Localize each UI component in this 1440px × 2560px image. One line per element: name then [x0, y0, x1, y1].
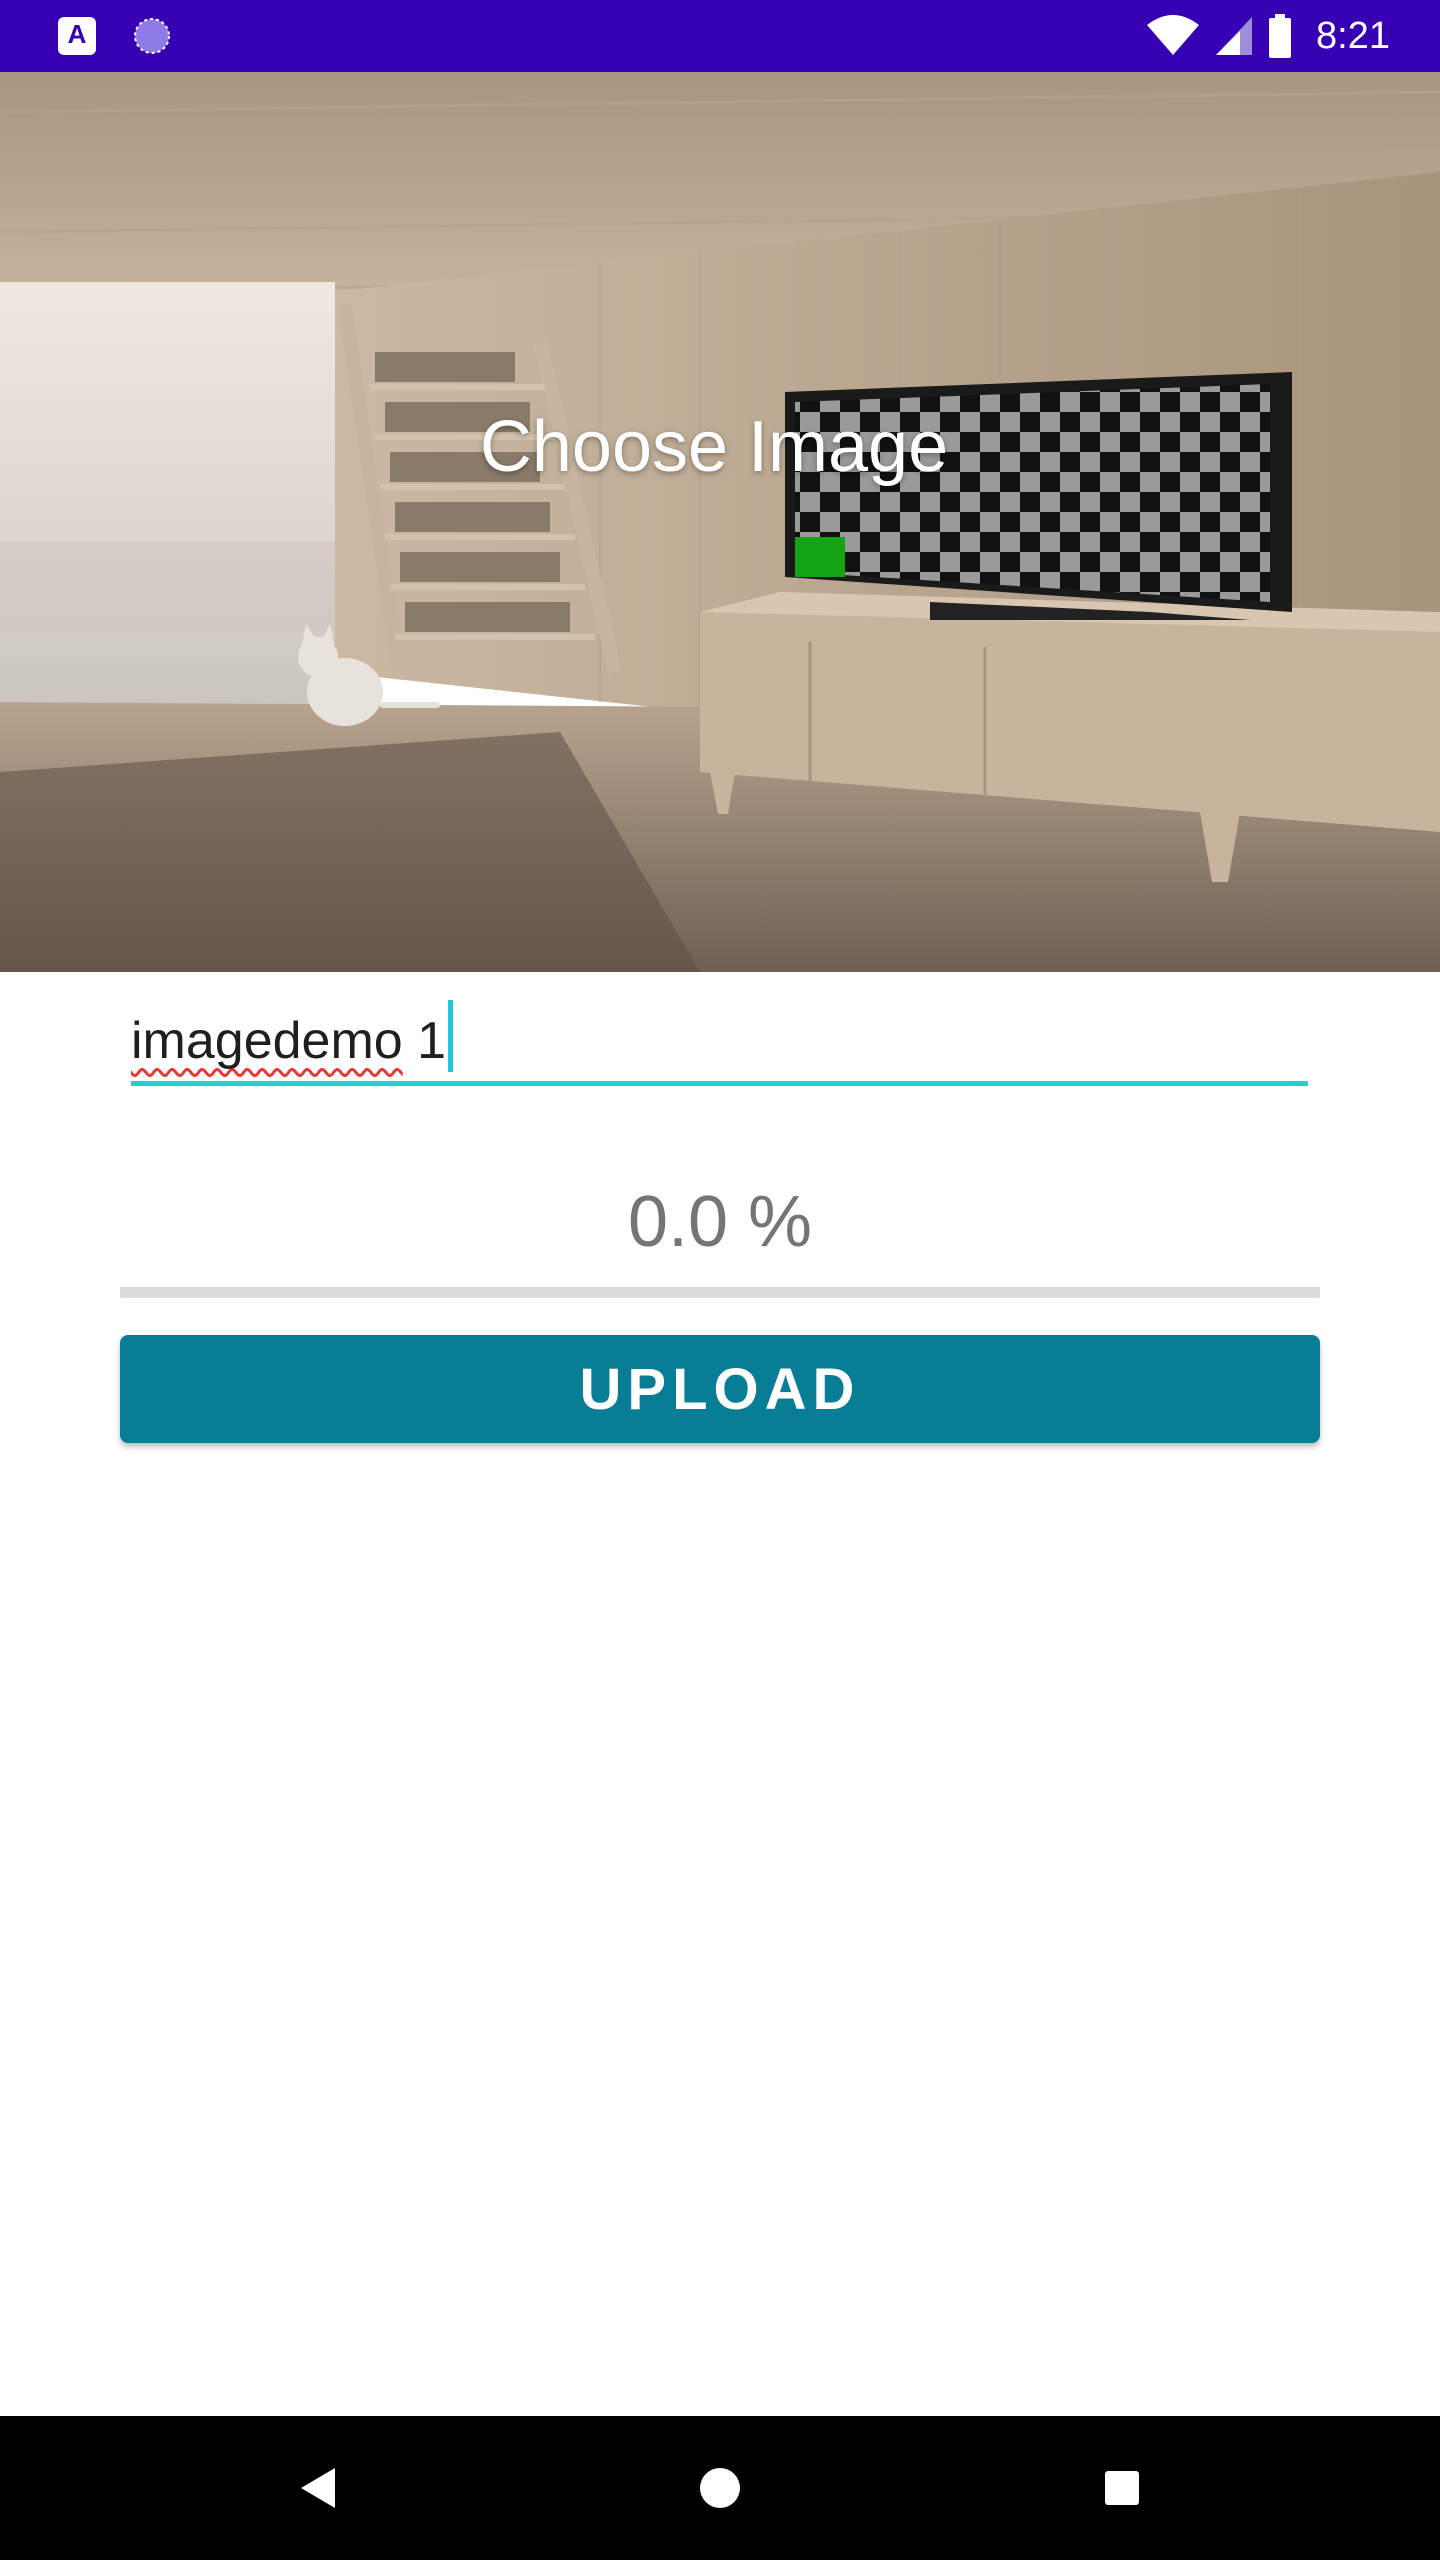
upload-button[interactable]: UPLOAD: [120, 1335, 1320, 1443]
status-bar: A 8:21: [0, 0, 1440, 72]
status-time: 8:21: [1316, 15, 1390, 57]
navigation-bar: [0, 2416, 1440, 2560]
screen: A 8:21 Choose Image imagedemo 1 0.0 % UP…: [0, 0, 1440, 2560]
battery-icon: [1269, 14, 1292, 58]
recents-icon: [1105, 2471, 1139, 2505]
app-notification-icon: A: [58, 17, 96, 55]
notification-icons: A: [58, 16, 172, 56]
text-caret: [448, 1000, 454, 1072]
image-name-value: imagedemo 1: [131, 1000, 454, 1074]
input-underline: [131, 1081, 1308, 1086]
back-icon: [301, 2468, 335, 2508]
image-name-suffix: 1: [402, 1012, 447, 1070]
loading-notification-icon: [134, 18, 170, 54]
app-notification-letter: A: [67, 19, 87, 49]
recents-button[interactable]: [1082, 2448, 1162, 2528]
image-name-input[interactable]: imagedemo 1: [131, 990, 1308, 1086]
image-name-word: imagedemo: [131, 1012, 403, 1070]
upload-progress-bar: [120, 1287, 1320, 1298]
back-button[interactable]: [278, 2448, 358, 2528]
wifi-icon: [1147, 15, 1200, 55]
upload-progress-text: 0.0 %: [627, 1182, 813, 1262]
choose-image-label: Choose Image: [479, 407, 949, 487]
system-status-icons: 8:21: [1146, 12, 1390, 60]
home-icon: [700, 2468, 740, 2508]
room-scene-image: [0, 72, 1440, 972]
choose-image-area[interactable]: Choose Image: [0, 72, 1440, 972]
home-button[interactable]: [680, 2448, 760, 2528]
cellular-signal-icon: [1216, 17, 1253, 55]
